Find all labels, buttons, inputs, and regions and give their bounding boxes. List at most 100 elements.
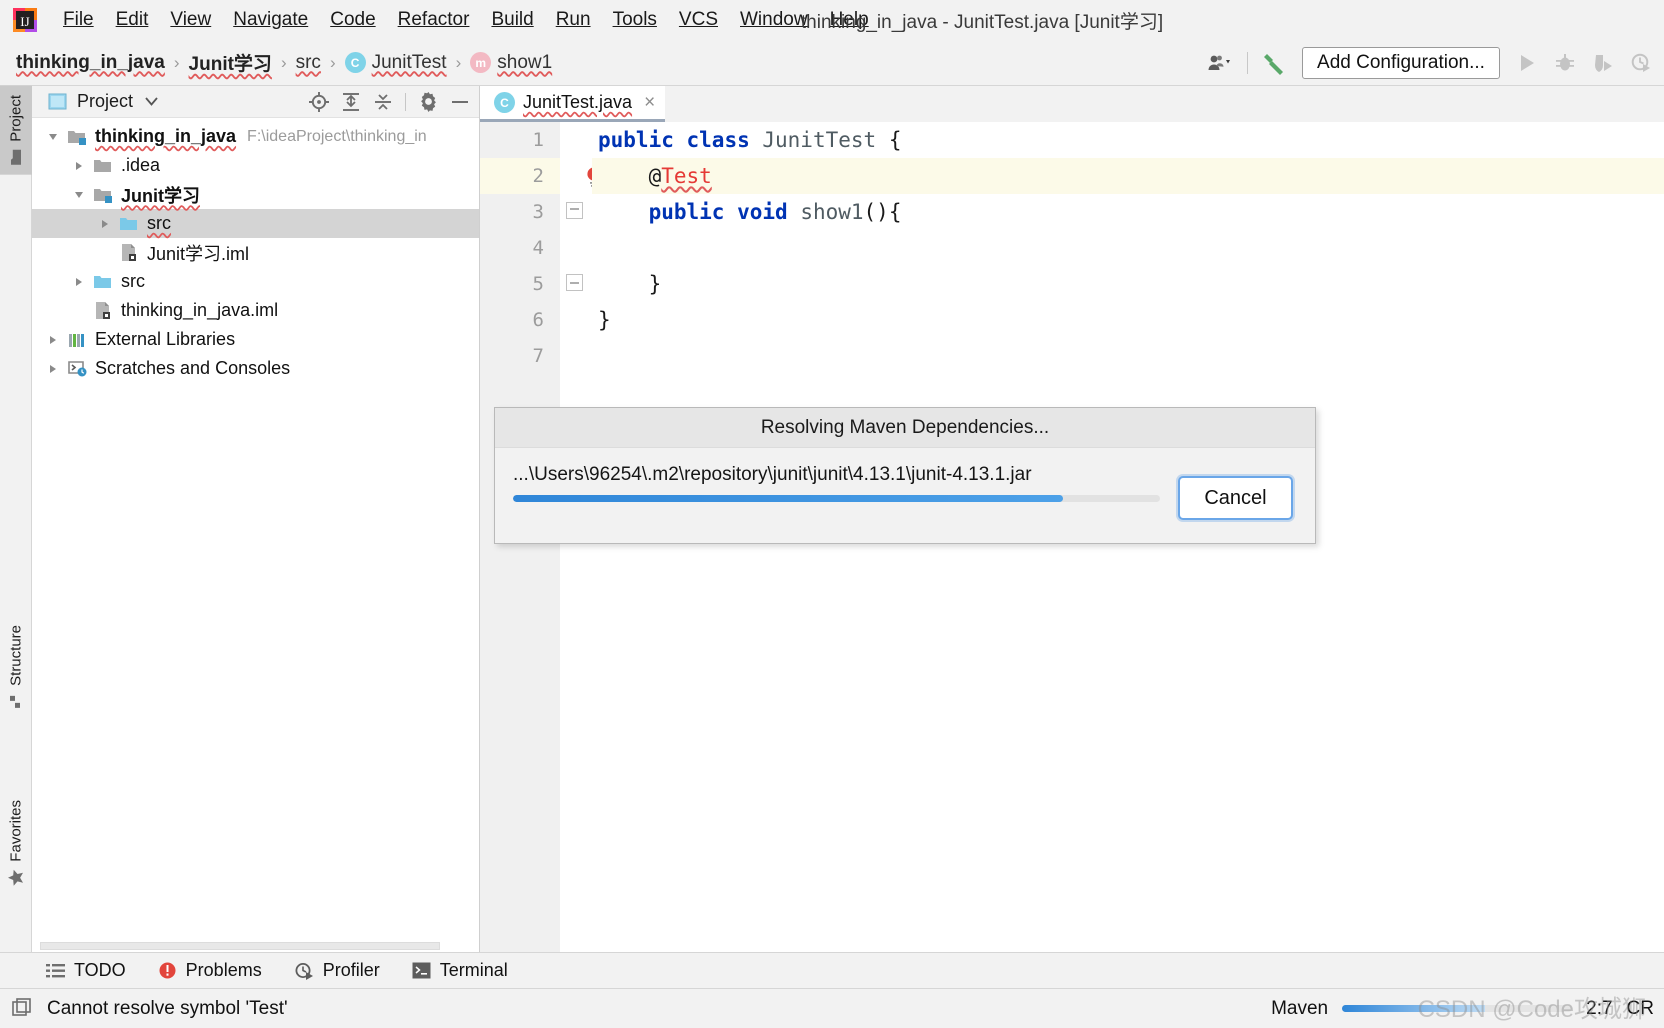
svg-text:IJ: IJ	[20, 14, 29, 29]
menu-build[interactable]: Build	[480, 0, 544, 40]
method-badge-icon: m	[470, 52, 492, 73]
menu-navigate[interactable]: Navigate	[222, 0, 319, 40]
menu-help[interactable]: Help	[819, 0, 880, 40]
status-bar-right: Maven 2:7 CR	[1271, 998, 1654, 1020]
tree-toggle[interactable]	[66, 161, 92, 170]
tool-button-terminal[interactable]: Terminal	[396, 953, 524, 989]
breadcrumb-item-class[interactable]: JunitTest	[372, 52, 447, 74]
menu-refactor[interactable]: Refactor	[387, 0, 481, 40]
tree-node-junit-iml[interactable]: Junit学习.iml	[32, 238, 479, 267]
settings-gear-icon[interactable]	[413, 88, 443, 116]
menu-refactor-label: Refactor	[397, 9, 470, 30]
caret-position[interactable]: 2:7	[1586, 998, 1612, 1020]
tree-toggle[interactable]	[66, 277, 92, 286]
code-token: }	[598, 308, 611, 332]
tree-node-thinking-iml[interactable]: thinking_in_java.iml	[32, 296, 479, 325]
chevron-down-icon[interactable]	[145, 97, 158, 106]
status-bar: Cannot resolve symbol 'Test' Maven 2:7 C…	[0, 988, 1664, 1028]
menu-run[interactable]: Run	[545, 0, 602, 40]
tree-node-path: F:\ideaProject\thinking_in	[247, 127, 427, 145]
tool-button-todo[interactable]: TODO	[30, 953, 142, 989]
project-panel-hscrollbar[interactable]	[32, 942, 479, 952]
tree-node-junit-module[interactable]: Junit学习	[32, 180, 479, 209]
tree-node-external-libraries[interactable]: External Libraries	[32, 325, 479, 354]
menu-code-label: Code	[330, 9, 376, 30]
tree-toggle[interactable]	[40, 364, 66, 373]
run-icon[interactable]	[1508, 44, 1546, 82]
breadcrumb-item-project[interactable]: thinking_in_java	[16, 52, 165, 74]
tree-node-scratches[interactable]: Scratches and Consoles	[32, 354, 479, 383]
status-notification-icon[interactable]	[12, 998, 33, 1019]
project-tree[interactable]: thinking_in_java F:\ideaProject\thinking…	[32, 118, 479, 942]
menu-window[interactable]: Window	[729, 0, 819, 40]
close-icon[interactable]: ×	[644, 93, 655, 112]
profile-icon[interactable]	[1622, 44, 1660, 82]
locate-icon[interactable]	[304, 88, 334, 116]
sidebar-item-favorites[interactable]: Favorites	[0, 791, 32, 895]
left-tool-rail: Project Structure Favorites	[0, 86, 32, 952]
user-accounts-icon[interactable]	[1201, 44, 1239, 82]
tree-node-label: src	[147, 213, 171, 233]
module-folder-icon	[92, 185, 114, 205]
tree-node-label: Scratches and Consoles	[95, 358, 291, 378]
breadcrumb-item-module[interactable]: Junit学习	[189, 49, 272, 76]
tree-toggle[interactable]	[92, 219, 118, 228]
project-window-icon	[48, 93, 67, 110]
expand-all-icon[interactable]	[336, 88, 366, 116]
menu-code[interactable]: Code	[319, 0, 386, 40]
tree-node-thinking-in-java[interactable]: thinking_in_java F:\ideaProject\thinking…	[32, 122, 479, 151]
tree-toggle[interactable]	[40, 133, 66, 140]
code-token: class	[686, 128, 763, 152]
menu-tools[interactable]: Tools	[602, 0, 668, 40]
line-number: 2	[480, 158, 560, 194]
menu-view-label: View	[170, 9, 212, 30]
tool-button-profiler[interactable]: Profiler	[278, 953, 396, 989]
fold-marker-close-icon[interactable]	[566, 274, 583, 291]
source-folder-icon	[118, 214, 140, 234]
menu-build-label: Build	[491, 9, 534, 30]
breadcrumb-separator: ›	[455, 52, 462, 72]
menu-file[interactable]: File	[52, 0, 105, 40]
status-message: Cannot resolve symbol 'Test'	[47, 997, 288, 1019]
maven-progress-label[interactable]: Maven	[1271, 998, 1328, 1020]
iml-file-icon	[118, 243, 140, 263]
menu-vcs[interactable]: VCS	[668, 0, 729, 40]
breadcrumb-item-src[interactable]: src	[296, 52, 321, 74]
debug-icon[interactable]	[1546, 44, 1584, 82]
tab-junittest-java[interactable]: C JunitTest.java ×	[480, 86, 666, 122]
sidebar-item-project[interactable]: Project	[0, 86, 32, 175]
sidebar-item-structure[interactable]: Structure	[0, 616, 32, 719]
structure-icon	[8, 693, 25, 710]
class-badge-icon: C	[344, 52, 366, 73]
toolbar-right: Add Configuration...	[1201, 40, 1664, 86]
add-configuration-button[interactable]: Add Configuration...	[1302, 47, 1500, 79]
tool-button-problems[interactable]: Problems	[142, 953, 278, 989]
minimize-icon[interactable]	[445, 88, 475, 116]
tree-node-label: .idea	[121, 155, 161, 175]
problems-error-icon	[158, 961, 177, 980]
project-folder-icon	[8, 149, 25, 166]
menu-edit[interactable]: Edit	[105, 0, 160, 40]
bottom-tool-strip: TODO Problems Profiler Terminal	[0, 952, 1664, 988]
tree-node-src[interactable]: src	[32, 267, 479, 296]
navigation-bar: thinking_in_java › Junit学习 › src › C Jun…	[0, 40, 1664, 86]
tree-node-src-selected[interactable]: src	[32, 209, 479, 238]
fold-marker-open-icon[interactable]	[566, 202, 583, 219]
tree-toggle[interactable]	[40, 335, 66, 344]
tree-node-label: src	[121, 271, 145, 291]
build-hammer-icon[interactable]	[1256, 44, 1294, 82]
collapse-all-icon[interactable]	[368, 88, 398, 116]
menu-window-label: Window	[740, 9, 808, 30]
run-with-coverage-icon[interactable]	[1584, 44, 1622, 82]
tool-button-profiler-label: Profiler	[322, 960, 380, 980]
cancel-button[interactable]: Cancel	[1178, 476, 1293, 520]
line-separator[interactable]: CR	[1627, 998, 1654, 1020]
tree-node-idea[interactable]: .idea	[32, 151, 479, 180]
code-token: JunitTest	[762, 128, 889, 152]
breadcrumb-item-method[interactable]: show1	[497, 52, 552, 74]
resolving-maven-dependencies-dialog: Resolving Maven Dependencies... ...\User…	[494, 407, 1316, 544]
tree-toggle[interactable]	[66, 191, 92, 198]
menu-view[interactable]: View	[159, 0, 222, 40]
